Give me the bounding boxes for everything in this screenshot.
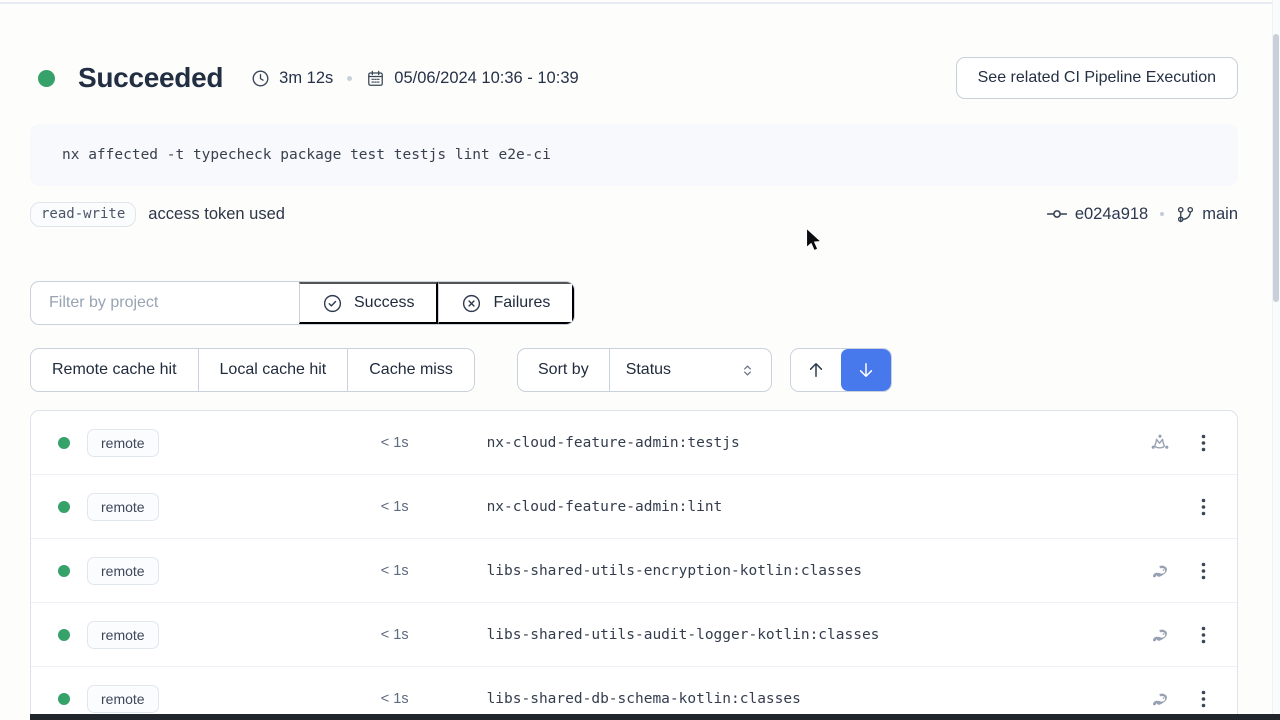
cache-filter-tabs: Remote cache hit Local cache hit Cache m… <box>30 348 475 392</box>
tab-local-cache-hit[interactable]: Local cache hit <box>198 349 348 391</box>
clock-icon <box>251 69 270 88</box>
separator-dot <box>1160 212 1164 216</box>
run-duration: 3m 12s <box>279 69 333 88</box>
separator-dot <box>347 76 352 81</box>
access-token-label: access token used <box>148 205 285 224</box>
cache-source-badge: remote <box>87 621 159 649</box>
task-name: nx-cloud-feature-admin:testjs <box>487 435 740 451</box>
cache-source-badge: remote <box>87 557 159 585</box>
arrow-up-icon <box>806 360 826 380</box>
status-dot-success <box>58 629 70 641</box>
task-duration: < 1s <box>159 499 409 515</box>
task-row[interactable]: remote < 1s nx-cloud-feature-admin:lint <box>31 475 1237 539</box>
sort-descending-button[interactable] <box>841 349 891 391</box>
sort-ascending-button[interactable] <box>791 349 841 391</box>
task-duration: < 1s <box>159 563 409 579</box>
task-name: libs-shared-db-schema-kotlin:classes <box>487 691 801 707</box>
sort-by-label: Sort by <box>518 349 609 391</box>
commit-hash[interactable]: e024a918 <box>1075 205 1148 224</box>
scrollbar-thumb[interactable] <box>1273 34 1279 302</box>
tab-cache-miss[interactable]: Cache miss <box>347 349 474 391</box>
filter-project-input[interactable] <box>31 282 299 324</box>
cache-source-badge: remote <box>87 429 159 457</box>
tab-remote-cache-hit[interactable]: Remote cache hit <box>31 349 198 391</box>
jest-icon <box>1149 432 1171 454</box>
row-menu-button[interactable] <box>1197 686 1210 712</box>
task-row[interactable]: remote < 1s nx-cloud-feature-admin:testj… <box>31 411 1237 475</box>
status-dot-success <box>38 70 55 87</box>
top-divider <box>0 2 1280 4</box>
task-name: libs-shared-utils-audit-logger-kotlin:cl… <box>487 627 880 643</box>
task-list: remote < 1s nx-cloud-feature-admin:testj… <box>30 410 1238 720</box>
gradle-icon <box>1149 688 1171 710</box>
vcs-info: e024a918 main <box>1046 203 1238 225</box>
task-row[interactable]: remote < 1s libs-shared-utils-encryption… <box>31 539 1237 603</box>
row-menu-button[interactable] <box>1197 622 1210 648</box>
task-row[interactable]: remote < 1s libs-shared-db-schema-kotlin… <box>31 667 1237 720</box>
bottom-edge-bar <box>30 714 1280 720</box>
filter-group: Success Failures <box>30 281 575 325</box>
check-circle-icon <box>322 293 343 314</box>
command-box: nx affected -t typecheck package test te… <box>30 124 1238 186</box>
mouse-cursor <box>805 227 825 260</box>
task-duration: < 1s <box>159 435 409 451</box>
sort-select[interactable]: Status <box>609 349 771 391</box>
token-row: read-write access token used e024a918 ma… <box>30 199 1238 229</box>
run-header: Succeeded 3m 12s 05/06/2024 10:36 - 10:3… <box>38 56 1238 100</box>
sort-group: Sort by Status <box>517 348 772 392</box>
sort-select-value: Status <box>626 361 671 379</box>
filter-success-button[interactable]: Success <box>299 282 438 324</box>
x-circle-icon <box>461 293 482 314</box>
cache-source-badge: remote <box>87 685 159 713</box>
row-menu-button[interactable] <box>1197 430 1210 456</box>
status-dot-success <box>58 437 70 449</box>
run-date-range: 05/06/2024 10:36 - 10:39 <box>394 69 578 88</box>
filter-failures-button[interactable]: Failures <box>438 282 574 324</box>
gradle-icon <box>1149 624 1171 646</box>
status-dot-success <box>58 693 70 705</box>
sort-direction-group <box>790 348 892 392</box>
command-text: nx affected -t typecheck package test te… <box>62 147 551 163</box>
filter-failures-label: Failures <box>493 294 550 312</box>
task-name: libs-shared-utils-encryption-kotlin:clas… <box>487 563 862 579</box>
status-dot-success <box>58 565 70 577</box>
branch-icon <box>1176 205 1195 224</box>
calendar-icon <box>366 69 385 88</box>
task-name: nx-cloud-feature-admin:lint <box>487 499 723 515</box>
access-token-badge: read-write <box>30 202 136 227</box>
row-menu-button[interactable] <box>1197 494 1210 520</box>
chevron-up-down-icon <box>740 363 755 378</box>
see-related-pipeline-button[interactable]: See related CI Pipeline Execution <box>956 57 1238 99</box>
arrow-down-icon <box>856 360 876 380</box>
task-row[interactable]: remote < 1s libs-shared-utils-audit-logg… <box>31 603 1237 667</box>
cache-source-badge: remote <box>87 493 159 521</box>
row-menu-button[interactable] <box>1197 558 1210 584</box>
filter-success-label: Success <box>354 294 414 312</box>
page-title: Succeeded <box>78 62 223 94</box>
gradle-icon <box>1149 560 1171 582</box>
task-duration: < 1s <box>159 691 409 707</box>
commit-icon <box>1046 203 1068 225</box>
task-duration: < 1s <box>159 627 409 643</box>
branch-name[interactable]: main <box>1202 205 1238 224</box>
status-dot-success <box>58 501 70 513</box>
